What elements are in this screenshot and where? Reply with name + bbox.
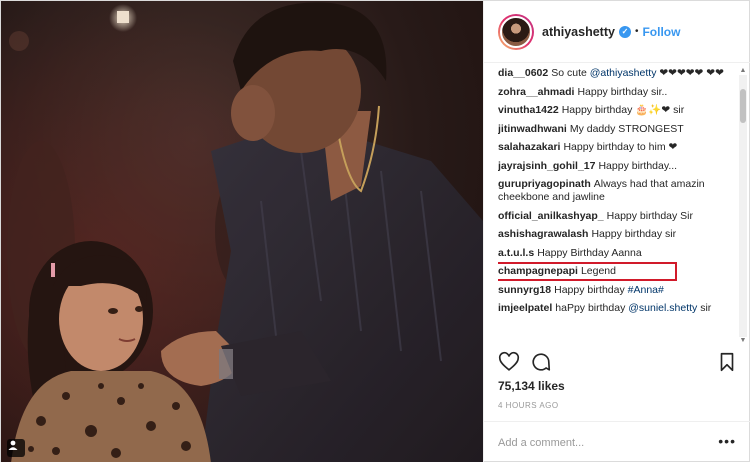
comment-username[interactable]: salahazakari (498, 141, 560, 153)
header-separator: • (634, 26, 639, 37)
comment-text: So cute (551, 67, 590, 79)
comment-icon[interactable] (530, 351, 552, 373)
highlighted-comment: champagnepapi Legend (498, 262, 677, 281)
comments-scrollbar[interactable]: ▲ ▼ (739, 67, 747, 345)
heart-icon[interactable] (498, 351, 520, 373)
comment-username[interactable]: a.t.u.l.s (498, 247, 534, 259)
comment-username[interactable]: sunnyrg18 (498, 284, 551, 296)
list-item: ashishagrawalash Happy birthday sir (498, 228, 726, 241)
comment-text: Happy birthday sir.. (577, 85, 668, 98)
comment-text: Happy birthday (554, 283, 628, 296)
comment-username[interactable]: ashishagrawalash (498, 228, 588, 240)
scroll-thumb[interactable] (740, 89, 746, 123)
comment-text: Happy birthday to him ❤ (563, 141, 678, 153)
list-item: gurupriyagopinath Always had that amazin … (498, 178, 726, 204)
scroll-up-arrow-icon[interactable]: ▲ (739, 67, 747, 75)
comment-username[interactable]: imjeelpatel (498, 302, 552, 314)
post-username[interactable]: athiyashetty (542, 25, 615, 39)
list-item: zohra__ahmadi Happy birthday sir.. (498, 86, 726, 99)
list-item: a.t.u.l.s Happy Birthday Aanna (498, 247, 726, 260)
list-item: vinutha1422 Happy birthday 🎂✨❤ sir (498, 104, 726, 117)
comment-text: Happy birthday sir (591, 228, 677, 240)
bookmark-icon[interactable] (716, 351, 738, 373)
post-side-panel: athiyashetty ✓ • Follow dia__0602 So cute… (483, 1, 750, 462)
comment-text-suffix: ❤❤❤❤❤ ❤❤ (656, 67, 724, 79)
more-options-icon[interactable]: ••• (718, 434, 736, 448)
comment-username[interactable]: champagnepapi (498, 265, 578, 277)
avatar[interactable] (498, 13, 534, 50)
post-timestamp[interactable]: 4 HOURS AGO (498, 401, 559, 410)
add-comment-input[interactable] (498, 436, 698, 449)
list-item: dia__0602 So cute @athiyashetty ❤❤❤❤❤ ❤❤ (498, 67, 726, 80)
scroll-down-arrow-icon[interactable]: ▼ (739, 337, 747, 345)
comment-username[interactable]: dia__0602 (498, 67, 548, 79)
vintage-photo-illustration (1, 1, 483, 462)
comment-text: My daddy STRONGEST (569, 122, 684, 135)
tag-user-icon[interactable] (7, 439, 25, 457)
comment-username[interactable]: jitinwadhwani (498, 123, 567, 135)
follow-button[interactable]: Follow (642, 25, 680, 39)
comment-list: dia__0602 So cute @athiyashetty ❤❤❤❤❤ ❤❤ … (498, 64, 726, 346)
list-item: imjeelpatel haPpy birthday @suniel.shetty… (498, 302, 726, 315)
comment-text: Legend (580, 265, 616, 277)
comment-text: Happy Birthday Aanna (537, 246, 642, 259)
list-item: salahazakari Happy birthday to him ❤ (498, 141, 726, 154)
scroll-track[interactable] (739, 75, 747, 337)
comment-text: haPpy birthday (555, 302, 629, 314)
comment-username[interactable]: gurupriyagopinath (498, 178, 591, 190)
comment-username[interactable]: vinutha1422 (498, 104, 559, 116)
comment-text: Happy birthday... (598, 159, 678, 172)
comment-mention[interactable]: @suniel.shetty (628, 302, 697, 314)
likes-count[interactable]: 75,134 likes (498, 379, 565, 393)
instagram-post-frame: athiyashetty ✓ • Follow dia__0602 So cute… (0, 0, 750, 462)
list-item: jayrajsinh_gohil_17 Happy birthday... (498, 160, 726, 173)
post-photo[interactable] (1, 1, 483, 462)
comment-hashtag[interactable]: #Anna# (628, 284, 664, 296)
verified-badge-icon: ✓ (618, 25, 631, 38)
comment-text: Happy birthday 🎂✨❤ sir (561, 104, 685, 116)
post-header: athiyashetty ✓ • Follow (484, 1, 750, 63)
comment-mention[interactable]: @athiyashetty (590, 67, 657, 79)
comment-text: Happy birthday Sir (606, 209, 694, 222)
comment-username[interactable]: zohra__ahmadi (498, 86, 574, 98)
list-item: jitinwadhwani My daddy STRONGEST (498, 123, 726, 136)
post-actions (498, 351, 740, 375)
list-item: sunnyrg18 Happy birthday #Anna# (498, 284, 726, 297)
comment-text-suffix: sir (697, 302, 712, 314)
list-item: official_anilkashyap_ Happy birthday Sir (498, 210, 726, 223)
comment-username[interactable]: official_anilkashyap_ (498, 210, 604, 222)
comment-username[interactable]: jayrajsinh_gohil_17 (498, 160, 595, 172)
add-comment-bar: ••• (484, 421, 750, 462)
